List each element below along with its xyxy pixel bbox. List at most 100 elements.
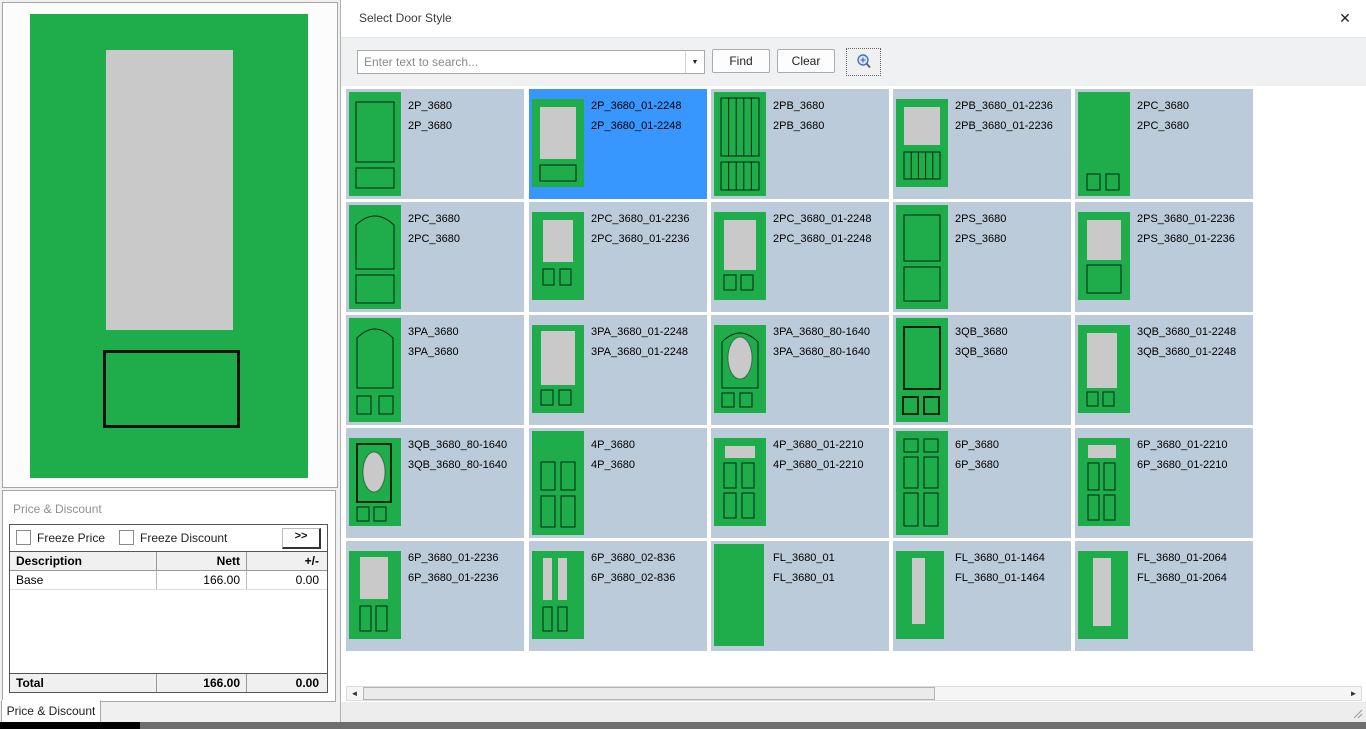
door-style-name: 2PC_3680_01-2248 <box>773 209 871 229</box>
select-door-style-dialog: Select Door Style ✕ ▼ Find Clear 2P_3680… <box>340 0 1366 722</box>
door-style-cell[interactable]: 2PB_3680_01-22362PB_3680_01-2236 <box>893 89 1071 199</box>
door-style-cell[interactable]: 2P_36802P_3680 <box>346 89 524 199</box>
door-style-cell[interactable]: 6P_3680_02-8366P_3680_02-836 <box>529 541 707 651</box>
clear-button[interactable]: Clear <box>777 49 835 73</box>
door-style-cell[interactable]: FL_3680_01FL_3680_01 <box>711 541 889 651</box>
door-style-cell[interactable]: 2PC_36802PC_3680 <box>1075 89 1253 199</box>
door-style-name: 6P_3680_01-2236 <box>408 548 499 568</box>
close-icon[interactable]: ✕ <box>1335 8 1355 28</box>
total-nett: 166.00 <box>157 674 247 692</box>
door-style-name: 6P_3680 <box>955 435 999 455</box>
door-icon <box>896 551 944 639</box>
door-preview-glass <box>106 50 233 330</box>
door-icon <box>714 212 766 300</box>
horizontal-scrollbar[interactable]: ◄ ► <box>346 686 1362 701</box>
door-icon <box>896 318 948 422</box>
door-icon <box>1078 325 1130 413</box>
door-style-cell[interactable]: 3PA_3680_80-16403PA_3680_80-1640 <box>711 315 889 425</box>
door-style-name: 2PS_3680_01-2236 <box>1137 229 1235 249</box>
door-style-cell[interactable]: FL_3680_01-1464FL_3680_01-1464 <box>893 541 1071 651</box>
door-style-name: 3QB_3680 <box>955 342 1008 362</box>
door-style-name: 3QB_3680_80-1640 <box>408 455 507 475</box>
checkbox-icon[interactable] <box>16 530 31 545</box>
resize-grip-icon[interactable] <box>1351 707 1363 719</box>
door-style-cell[interactable]: 3PA_36803PA_3680 <box>346 315 524 425</box>
door-style-cell[interactable]: 2PS_3680_01-22362PS_3680_01-2236 <box>1075 202 1253 312</box>
door-style-name: 6P_3680_01-2210 <box>1137 435 1228 455</box>
scrollbar-thumb[interactable] <box>363 687 935 700</box>
door-style-name: 2PB_3680 <box>773 96 824 116</box>
total-label: Total <box>10 674 157 692</box>
find-button[interactable]: Find <box>712 49 770 73</box>
door-style-cell[interactable]: 2PB_36802PB_3680 <box>711 89 889 199</box>
door-style-name: 6P_3680_01-2210 <box>1137 455 1228 475</box>
chevron-down-icon: ▼ <box>692 59 699 66</box>
tab-price-discount[interactable]: Price & Discount <box>1 700 101 724</box>
door-icon <box>349 438 401 526</box>
door-style-labels: 2PB_36802PB_3680 <box>773 96 824 136</box>
door-style-cell[interactable]: 2PC_3680_01-22362PC_3680_01-2236 <box>529 202 707 312</box>
door-style-cell[interactable]: 3PA_3680_01-22483PA_3680_01-2248 <box>529 315 707 425</box>
scroll-left-icon[interactable]: ◄ <box>347 687 362 700</box>
door-style-name: FL_3680_01-1464 <box>955 548 1045 568</box>
door-style-cell[interactable]: 2PC_36802PC_3680 <box>346 202 524 312</box>
door-icon <box>714 438 766 526</box>
door-style-name: 2PC_3680 <box>1137 116 1189 136</box>
door-icon <box>1078 438 1130 526</box>
row-description: Base <box>10 571 157 589</box>
door-style-name: 4P_3680 <box>591 435 635 455</box>
door-style-name: 3QB_3680_80-1640 <box>408 435 507 455</box>
door-icon <box>532 212 584 300</box>
door-style-labels: 3PA_36803PA_3680 <box>408 322 459 362</box>
door-style-cell[interactable]: FL_3680_01-2064FL_3680_01-2064 <box>1075 541 1253 651</box>
door-style-name: 2PC_3680 <box>408 209 460 229</box>
door-icon <box>349 551 401 639</box>
door-style-labels: 2PS_36802PS_3680 <box>955 209 1006 249</box>
door-icon <box>714 325 766 413</box>
door-style-cell[interactable]: 2PC_3680_01-22482PC_3680_01-2248 <box>711 202 889 312</box>
door-style-cell[interactable]: 4P_3680_01-22104P_3680_01-2210 <box>711 428 889 538</box>
door-icon <box>714 544 764 646</box>
search-input[interactable] <box>358 51 685 73</box>
dropdown-button[interactable]: ▼ <box>685 51 704 73</box>
door-style-cell[interactable]: 2PS_36802PS_3680 <box>893 202 1071 312</box>
freeze-price-checkbox[interactable]: Freeze Price <box>16 530 105 545</box>
door-style-labels: 6P_36806P_3680 <box>955 435 999 475</box>
door-style-cell[interactable]: 6P_3680_01-22366P_3680_01-2236 <box>346 541 524 651</box>
door-icon <box>1078 212 1130 300</box>
door-style-labels: 2PC_3680_01-22362PC_3680_01-2236 <box>591 209 689 249</box>
freeze-discount-checkbox[interactable]: Freeze Discount <box>119 530 227 545</box>
door-style-cell[interactable]: 3QB_3680_01-22483QB_3680_01-2248 <box>1075 315 1253 425</box>
door-style-cell[interactable]: 3QB_3680_80-16403QB_3680_80-1640 <box>346 428 524 538</box>
door-style-cell[interactable]: 6P_36806P_3680 <box>893 428 1071 538</box>
door-icon <box>349 92 401 196</box>
table-row[interactable]: Base 166.00 0.00 <box>10 571 327 590</box>
door-style-name: FL_3680_01 <box>773 548 835 568</box>
scroll-right-icon[interactable]: ► <box>1346 687 1361 700</box>
door-style-name: 3QB_3680 <box>955 322 1008 342</box>
door-style-name: 2PS_3680 <box>955 209 1006 229</box>
door-icon <box>532 431 584 535</box>
door-style-cell[interactable]: 4P_36804P_3680 <box>529 428 707 538</box>
door-style-labels: 2PS_3680_01-22362PS_3680_01-2236 <box>1137 209 1235 249</box>
door-style-name: 2PC_3680_01-2248 <box>773 229 871 249</box>
door-style-name: 3PA_3680 <box>408 322 459 342</box>
zoom-button[interactable] <box>846 48 881 76</box>
door-style-labels: 6P_3680_01-22366P_3680_01-2236 <box>408 548 499 588</box>
door-icon <box>1078 92 1130 196</box>
door-style-labels: 3QB_3680_01-22483QB_3680_01-2248 <box>1137 322 1236 362</box>
door-icon <box>896 205 948 309</box>
door-style-grid: 2P_36802P_36802P_3680_01-22482P_3680_01-… <box>341 86 1366 684</box>
checkbox-icon[interactable] <box>119 530 134 545</box>
expand-button[interactable]: >> <box>282 528 321 549</box>
door-style-cell[interactable]: 3QB_36803QB_3680 <box>893 315 1071 425</box>
door-style-name: 3PA_3680_01-2248 <box>591 342 688 362</box>
door-style-cell[interactable]: 6P_3680_01-22106P_3680_01-2210 <box>1075 428 1253 538</box>
door-style-name: 3PA_3680_80-1640 <box>773 342 870 362</box>
column-header-nett: Nett <box>157 552 247 570</box>
door-style-cell[interactable]: 2P_3680_01-22482P_3680_01-2248 <box>529 89 707 199</box>
door-style-name: 3PA_3680 <box>408 342 459 362</box>
door-style-name: 2PS_3680 <box>955 229 1006 249</box>
window-bottom-edge <box>0 722 1366 729</box>
screen: Price & Discount Freeze Price Freeze Dis… <box>0 0 1366 729</box>
